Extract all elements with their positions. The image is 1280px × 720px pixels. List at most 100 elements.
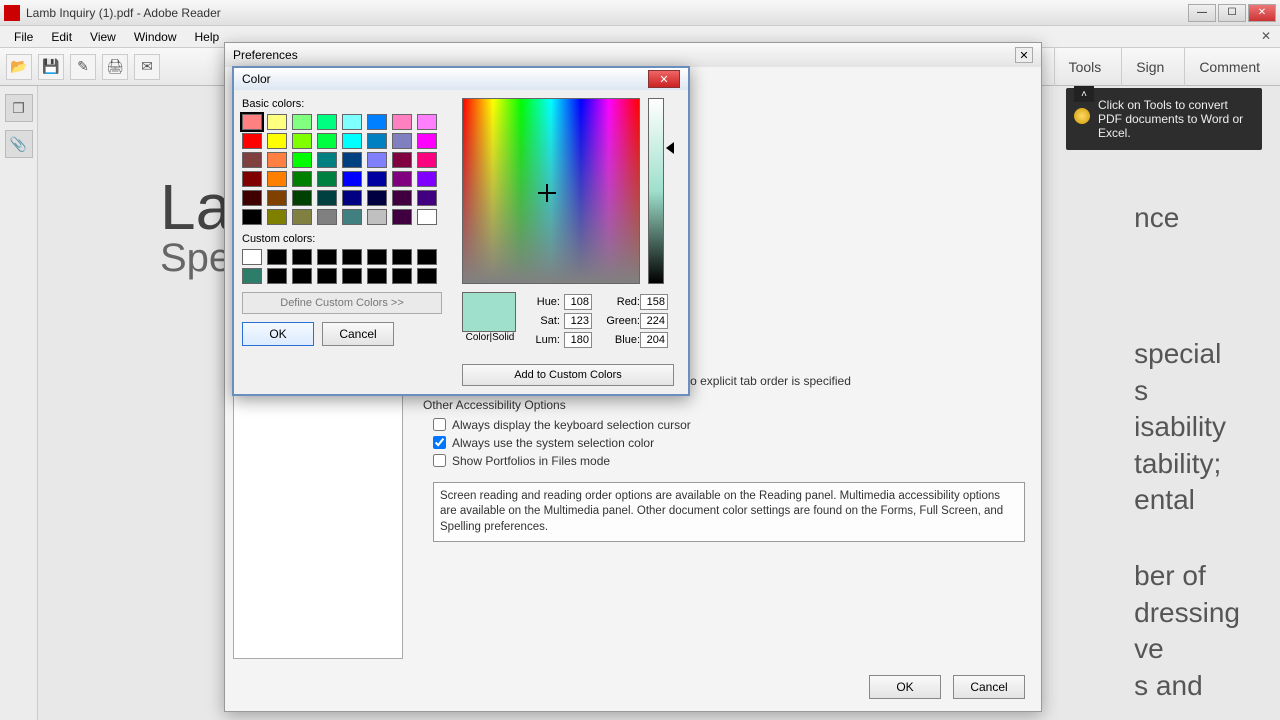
basic-color-swatch[interactable] — [267, 209, 287, 225]
custom-color-swatch[interactable] — [392, 268, 412, 284]
basic-color-swatch[interactable] — [317, 152, 337, 168]
define-custom-colors-button[interactable]: Define Custom Colors >> — [242, 292, 442, 314]
basic-color-swatch[interactable] — [342, 209, 362, 225]
basic-color-swatch[interactable] — [317, 209, 337, 225]
luminance-slider[interactable] — [648, 98, 664, 284]
basic-color-swatch[interactable] — [367, 114, 387, 130]
basic-color-swatch[interactable] — [392, 209, 412, 225]
close-button[interactable]: ✕ — [1248, 4, 1276, 22]
custom-color-swatch[interactable] — [267, 268, 287, 284]
basic-color-swatch[interactable] — [242, 190, 262, 206]
tab-sign[interactable]: Sign — [1121, 48, 1178, 86]
keyboard-cursor-checkbox[interactable] — [433, 418, 446, 431]
basic-color-swatch[interactable] — [242, 152, 262, 168]
custom-color-swatch[interactable] — [267, 249, 287, 265]
basic-color-swatch[interactable] — [392, 133, 412, 149]
custom-color-swatch[interactable] — [342, 249, 362, 265]
attachments-icon[interactable]: 📎 — [5, 130, 33, 158]
color-ok-button[interactable]: OK — [242, 322, 314, 346]
basic-color-swatch[interactable] — [342, 152, 362, 168]
system-selection-checkbox[interactable] — [433, 436, 446, 449]
basic-color-swatch[interactable] — [267, 190, 287, 206]
basic-color-swatch[interactable] — [367, 133, 387, 149]
blue-input[interactable] — [640, 332, 668, 348]
custom-color-swatch[interactable] — [242, 268, 262, 284]
preferences-ok-button[interactable]: OK — [869, 675, 941, 699]
lum-input[interactable] — [564, 332, 592, 348]
save-icon[interactable]: 💾 — [38, 54, 64, 80]
color-gradient-picker[interactable] — [462, 98, 640, 284]
custom-color-swatch[interactable] — [367, 249, 387, 265]
basic-color-swatch[interactable] — [292, 190, 312, 206]
sat-input[interactable] — [564, 313, 592, 329]
custom-color-swatch[interactable] — [242, 249, 262, 265]
basic-color-swatch[interactable] — [392, 114, 412, 130]
tab-comment[interactable]: Comment — [1184, 48, 1274, 86]
menu-view[interactable]: View — [82, 28, 124, 46]
tab-tools[interactable]: Tools — [1054, 48, 1116, 86]
print-icon[interactable]: 🖨 — [102, 54, 128, 80]
basic-color-swatch[interactable] — [367, 190, 387, 206]
maximize-button[interactable]: ☐ — [1218, 4, 1246, 22]
thumbnails-icon[interactable]: ❐ — [5, 94, 33, 122]
custom-color-swatch[interactable] — [392, 249, 412, 265]
menu-file[interactable]: File — [6, 28, 41, 46]
portfolios-checkbox[interactable] — [433, 454, 446, 467]
basic-color-swatch[interactable] — [267, 171, 287, 187]
basic-color-swatch[interactable] — [292, 133, 312, 149]
basic-color-swatch[interactable] — [367, 171, 387, 187]
basic-color-swatch[interactable] — [367, 152, 387, 168]
basic-color-swatch[interactable] — [267, 133, 287, 149]
color-dialog-close-icon[interactable]: ✕ — [648, 70, 680, 88]
document-close-icon[interactable]: ✕ — [1258, 28, 1274, 44]
menu-window[interactable]: Window — [126, 28, 185, 46]
hue-input[interactable] — [564, 294, 592, 310]
custom-color-swatch[interactable] — [292, 268, 312, 284]
basic-color-swatch[interactable] — [267, 152, 287, 168]
basic-color-swatch[interactable] — [417, 133, 437, 149]
luminance-arrow-icon[interactable] — [666, 142, 674, 154]
preferences-cancel-button[interactable]: Cancel — [953, 675, 1025, 699]
green-input[interactable] — [640, 313, 668, 329]
custom-color-swatch[interactable] — [292, 249, 312, 265]
custom-color-swatch[interactable] — [417, 249, 437, 265]
custom-color-swatch[interactable] — [367, 268, 387, 284]
tooltip-chevron-icon[interactable]: ˄ — [1074, 86, 1094, 102]
basic-color-swatch[interactable] — [267, 114, 287, 130]
basic-color-swatch[interactable] — [392, 190, 412, 206]
preferences-close-icon[interactable]: ✕ — [1015, 47, 1033, 63]
basic-color-swatch[interactable] — [367, 209, 387, 225]
menu-help[interactable]: Help — [187, 28, 228, 46]
add-to-custom-button[interactable]: Add to Custom Colors — [462, 364, 674, 386]
basic-color-swatch[interactable] — [392, 171, 412, 187]
basic-color-swatch[interactable] — [292, 209, 312, 225]
basic-color-swatch[interactable] — [342, 114, 362, 130]
custom-color-swatch[interactable] — [342, 268, 362, 284]
basic-color-swatch[interactable] — [242, 209, 262, 225]
basic-color-swatch[interactable] — [417, 171, 437, 187]
basic-color-swatch[interactable] — [242, 114, 262, 130]
basic-color-swatch[interactable] — [417, 114, 437, 130]
basic-color-swatch[interactable] — [342, 171, 362, 187]
basic-color-swatch[interactable] — [317, 171, 337, 187]
basic-color-swatch[interactable] — [317, 133, 337, 149]
basic-color-swatch[interactable] — [417, 190, 437, 206]
basic-color-swatch[interactable] — [292, 152, 312, 168]
basic-color-swatch[interactable] — [417, 152, 437, 168]
minimize-button[interactable]: — — [1188, 4, 1216, 22]
basic-color-swatch[interactable] — [292, 114, 312, 130]
basic-color-swatch[interactable] — [317, 190, 337, 206]
red-input[interactable] — [640, 294, 668, 310]
basic-color-swatch[interactable] — [392, 152, 412, 168]
custom-color-swatch[interactable] — [317, 268, 337, 284]
edit-icon[interactable]: ✎ — [70, 54, 96, 80]
menu-edit[interactable]: Edit — [43, 28, 80, 46]
basic-color-swatch[interactable] — [342, 133, 362, 149]
color-cancel-button[interactable]: Cancel — [322, 322, 394, 346]
basic-color-swatch[interactable] — [242, 133, 262, 149]
basic-color-swatch[interactable] — [417, 209, 437, 225]
mail-icon[interactable]: ✉ — [134, 54, 160, 80]
open-icon[interactable]: 📂 — [6, 54, 32, 80]
custom-color-swatch[interactable] — [317, 249, 337, 265]
custom-color-swatch[interactable] — [417, 268, 437, 284]
